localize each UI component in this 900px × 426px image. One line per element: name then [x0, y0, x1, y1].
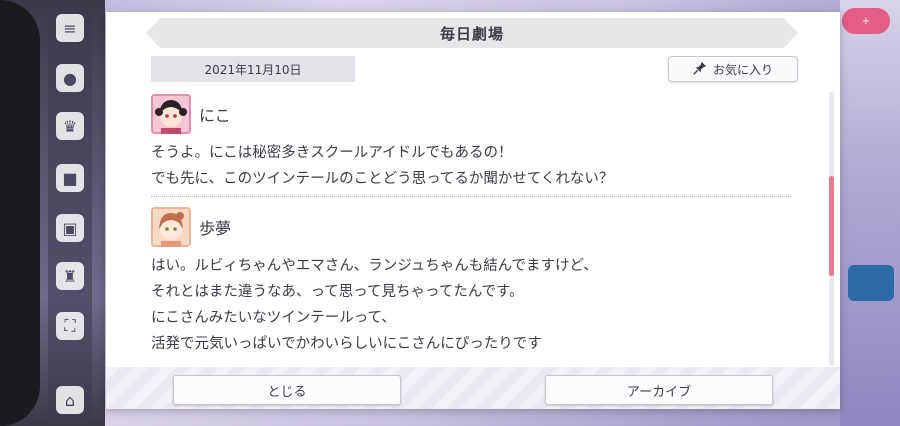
pin-icon — [693, 61, 707, 78]
gift-icon[interactable]: ■ — [56, 164, 84, 192]
top-right-badge[interactable]: + — [842, 8, 890, 34]
favorite-label: お気に入り — [712, 62, 773, 77]
dialog-title: 毎日劇場 — [146, 18, 798, 48]
dialogue-line: それとはまた違うなあ、って思って見ちゃってたんです。 — [151, 284, 524, 300]
home-icon[interactable]: ⌂ — [56, 386, 84, 414]
cup-icon[interactable]: ♜ — [56, 262, 84, 290]
date-label: 2021年11月10日 — [151, 56, 355, 82]
menu-icon[interactable]: ≡ — [56, 14, 84, 42]
dialogue-line: そうよ。にこは秘密多きスクールアイドルでもあるの！ — [151, 145, 513, 161]
trophy-icon[interactable]: ♛ — [56, 112, 84, 140]
fullscreen-icon[interactable]: ⛶ — [56, 312, 84, 340]
speaker-name: にこ — [199, 106, 231, 125]
dialogue-entry: 歩夢 はい。ルビィちゃんやエマさん、ランジュちゃんも結んでますけど、 それとはま… — [151, 205, 819, 357]
chat-icon[interactable]: ● — [56, 64, 84, 92]
building-sign — [848, 265, 894, 301]
scrollbar-track[interactable] — [829, 92, 834, 366]
speaker-row: 歩夢 — [151, 205, 819, 249]
speaker-row: にこ — [151, 92, 819, 136]
scrollbar-thumb[interactable] — [829, 176, 834, 276]
dialogue-line: 活発で元気いっぱいでかわいらしいにこさんにぴったりです — [151, 336, 542, 352]
avatar-niko — [151, 94, 191, 134]
dialogue-line: はい。ルビィちゃんやエマさん、ランジュちゃんも結んでますけど、 — [151, 258, 598, 274]
entry-divider — [151, 196, 791, 197]
background-right: + — [840, 0, 900, 426]
device-edge — [0, 0, 40, 426]
dialogue-line: にこさんみたいなツインテールって、 — [151, 310, 396, 326]
monitor-icon[interactable]: ▣ — [56, 214, 84, 242]
archive-button[interactable]: アーカイブ — [545, 375, 773, 405]
close-button[interactable]: とじる — [173, 375, 401, 405]
speaker-name: 歩夢 — [199, 219, 232, 238]
favorite-button[interactable]: お気に入り — [668, 56, 798, 82]
conversation-log[interactable]: にこ そうよ。にこは秘密多きスクールアイドルでもあるの！ でも先に、このツインテ… — [151, 92, 819, 367]
dialogue-entry: にこ そうよ。にこは秘密多きスクールアイドルでもあるの！ でも先に、このツインテ… — [151, 92, 819, 192]
avatar-ayumu — [151, 207, 191, 247]
daily-theater-dialog: 毎日劇場 2021年11月10日 お気に入り にこ そうよ。にこは秘密多きスクー… — [106, 12, 840, 409]
dialogue-line: でも先に、このツインテールのことどう思ってるか聞かせてくれない？ — [151, 171, 614, 187]
